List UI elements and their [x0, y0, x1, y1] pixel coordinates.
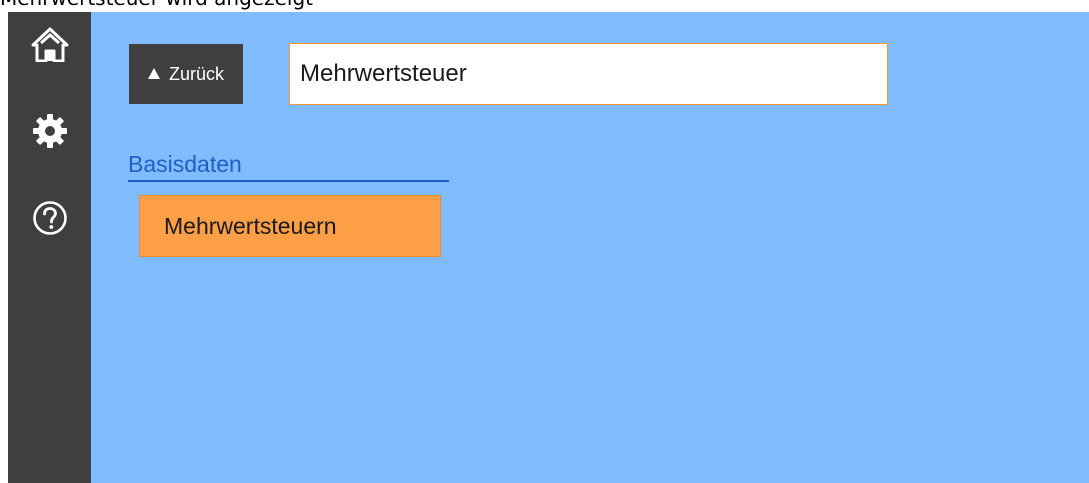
- home-icon: [31, 26, 69, 62]
- result-tile-mehrwertsteuern[interactable]: Mehrwertsteuern: [139, 195, 441, 257]
- gear-icon: [32, 113, 68, 149]
- back-button[interactable]: Zurück: [129, 44, 243, 104]
- sidebar-item-settings[interactable]: [8, 103, 91, 159]
- sidebar-item-home[interactable]: [8, 16, 91, 72]
- sidebar-item-help[interactable]: [8, 190, 91, 246]
- main-panel: Zurück Basisdaten Mehrwertsteuern: [91, 12, 1089, 483]
- help-circle-icon: [32, 200, 68, 236]
- section-divider: [128, 180, 449, 182]
- sidebar: [8, 12, 102, 483]
- section-title: Basisdaten: [128, 151, 242, 177]
- window-left-edge: [0, 12, 8, 483]
- top-banner: Mehrwertsteuer wird angezeigt: [0, 0, 1089, 12]
- top-banner-text: Mehrwertsteuer wird angezeigt: [0, 0, 313, 9]
- arrow-up-icon: [147, 67, 160, 79]
- search-input[interactable]: [289, 43, 888, 105]
- back-button-label: Zurück: [168, 63, 224, 84]
